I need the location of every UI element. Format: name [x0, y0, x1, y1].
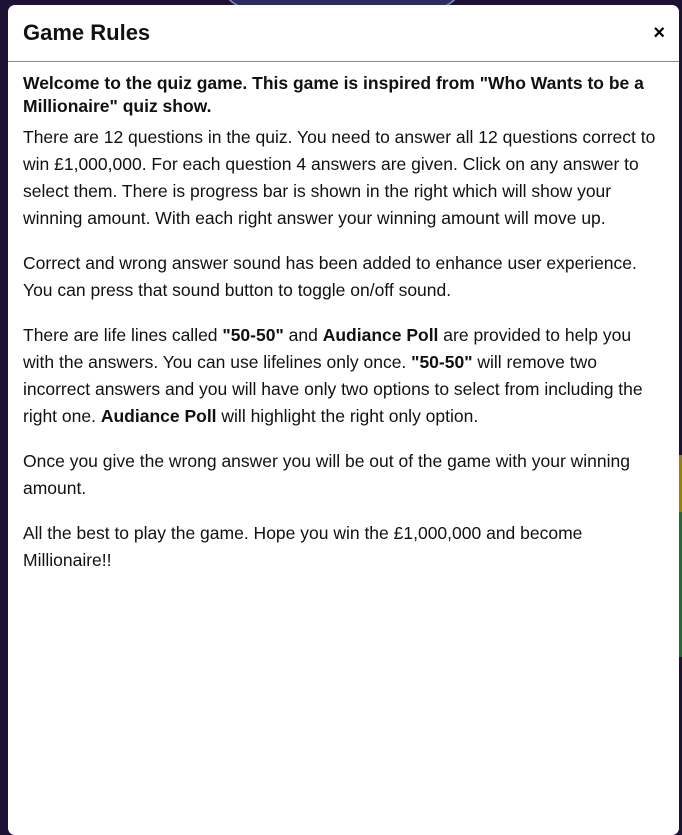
- text: There are life lines called: [23, 325, 223, 345]
- rules-paragraph-questions: There are 12 questions in the quiz. You …: [23, 127, 656, 228]
- rules-paragraph-sound: Correct and wrong answer sound has been …: [23, 253, 637, 300]
- lifeline-audience-poll: Audiance Poll: [100, 406, 217, 426]
- game-rules-modal: Game Rules × Welcome to the quiz game. T…: [8, 5, 679, 835]
- modal-header: Game Rules ×: [8, 5, 679, 62]
- lifeline-50-50: "50-50": [411, 352, 473, 372]
- modal-body: Welcome to the quiz game. This game is i…: [8, 62, 679, 602]
- text: and: [283, 325, 323, 345]
- rules-paragraph-closing: All the best to play the game. Hope you …: [23, 523, 583, 570]
- lifeline-50-50: "50-50": [222, 325, 284, 345]
- intro-text: Welcome to the quiz game. This game is i…: [23, 73, 644, 116]
- modal-title: Game Rules: [23, 20, 151, 45]
- rules-paragraph-lifelines: There are life lines called "50-50" and …: [23, 322, 664, 430]
- lifeline-audience-poll: Audiance Poll: [322, 325, 439, 345]
- close-button[interactable]: ×: [653, 23, 665, 43]
- text: will highlight the right only option.: [216, 406, 479, 426]
- rules-paragraph-wrong-answer: Once you give the wrong answer you will …: [23, 451, 630, 498]
